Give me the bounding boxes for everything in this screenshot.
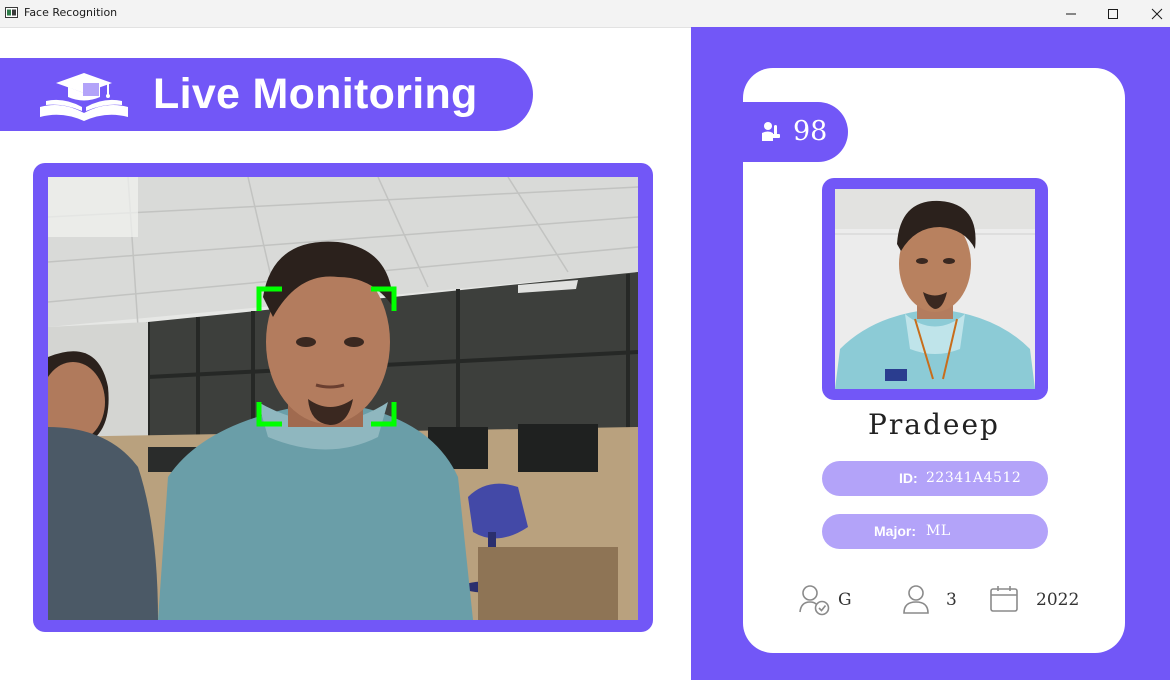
person-raised-hand-icon <box>762 122 780 141</box>
student-photo-frame <box>822 178 1048 400</box>
total-attendance-value: 98 <box>793 116 828 147</box>
student-panel: 98 Pradeep ID: 22341A4512 Major: ML G 3 … <box>691 27 1170 680</box>
user-icon <box>903 585 929 614</box>
maximize-icon <box>1108 9 1118 19</box>
year-value: 3 <box>946 590 957 610</box>
graduation-book-icon <box>40 73 128 121</box>
student-card: 98 Pradeep ID: 22341A4512 Major: ML G 3 … <box>743 68 1125 653</box>
student-name: Pradeep <box>868 408 1000 441</box>
camera-frame <box>33 163 653 632</box>
student-major-pill: Major: ML <box>822 514 1048 549</box>
minimize-button[interactable] <box>1048 0 1094 27</box>
window-title: Face Recognition <box>24 6 118 19</box>
student-photo <box>835 189 1035 389</box>
page-title: Live Monitoring <box>153 70 478 118</box>
standing-value: G <box>838 590 852 610</box>
calendar-icon <box>990 586 1018 612</box>
student-major-value: ML <box>926 523 951 539</box>
header-banner: Live Monitoring <box>0 58 533 131</box>
student-major-label: Major: <box>874 523 916 539</box>
maximize-button[interactable] <box>1090 0 1136 27</box>
starting-year-value: 2022 <box>1036 590 1080 610</box>
user-check-icon <box>799 585 830 616</box>
minimize-icon <box>1066 13 1076 15</box>
window-titlebar: Face Recognition <box>0 0 1170 28</box>
student-id-value: 22341A4512 <box>926 470 1022 486</box>
attendance-badge: 98 <box>743 102 848 162</box>
student-id-pill: ID: 22341A4512 <box>822 461 1048 496</box>
student-id-label: ID: <box>899 470 918 486</box>
close-icon <box>1151 8 1163 20</box>
app-icon <box>5 7 18 18</box>
live-camera-feed <box>48 177 638 620</box>
close-button[interactable] <box>1134 0 1170 27</box>
